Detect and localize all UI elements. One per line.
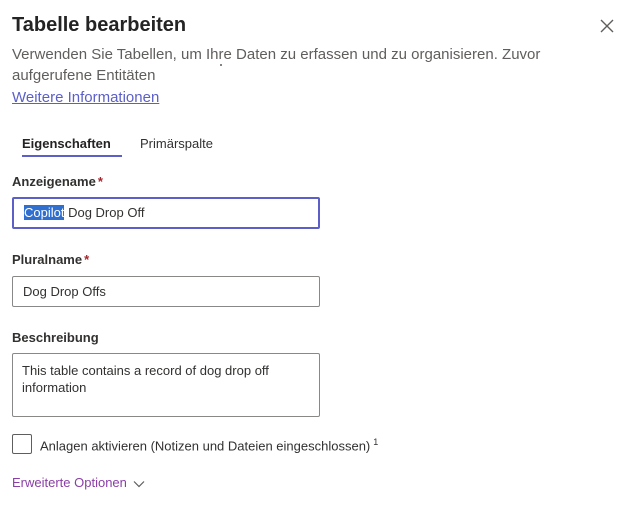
required-marker: * (84, 252, 90, 267)
plural-name-value: Dog Drop Offs (23, 284, 106, 299)
display-name-label-text: Anzeigename (12, 174, 96, 189)
advanced-options-label: Erweiterte Optionen (12, 475, 127, 490)
plural-name-input[interactable]: Dog Drop Offs (12, 276, 320, 307)
description-label: Beschreibung (12, 330, 99, 345)
stray-dot (220, 64, 222, 66)
plural-name-label-text: Pluralname (12, 252, 83, 267)
tab-primaerspalte[interactable]: Primärspalte (140, 136, 213, 151)
required-marker: * (97, 174, 103, 189)
display-name-label: Anzeigename * (12, 174, 103, 189)
panel-description: Verwenden Sie Tabellen, um Ihre Daten zu… (12, 44, 572, 86)
display-name-value: Copilot Dog Drop Off (24, 205, 144, 220)
chevron-down-icon (133, 480, 145, 487)
attachments-label-text: Anlagen aktivieren (Notizen und Dateien … (40, 438, 371, 454)
more-info-link[interactable]: Weitere Informationen (12, 89, 159, 106)
panel-title: Tabelle bearbeiten (12, 14, 187, 36)
attachments-checkbox[interactable] (12, 434, 32, 454)
plural-name-label: Pluralname * (12, 252, 89, 267)
selected-text: Copilot (24, 205, 65, 220)
description-textarea[interactable]: This table contains a record of dog drop… (12, 353, 320, 417)
footnote-marker: 1 (373, 437, 379, 447)
close-icon (600, 19, 614, 33)
attachments-label: Anlagen aktivieren (Notizen und Dateien … (40, 437, 378, 453)
tab-eigenschaften[interactable]: Eigenschaften (22, 136, 111, 151)
edit-table-panel: Tabelle bearbeiten Verwenden Sie Tabelle… (0, 0, 638, 513)
display-name-rest: Dog Drop Off (64, 205, 145, 220)
active-tab-indicator (22, 155, 122, 157)
description-text: Verwenden Sie Tabellen, um Ihre Daten zu… (12, 46, 541, 84)
advanced-options-toggle[interactable]: Erweiterte Optionen (12, 475, 145, 490)
description-value: This table contains a record of dog drop… (22, 363, 269, 395)
display-name-input[interactable]: Copilot Dog Drop Off (12, 197, 320, 229)
close-button[interactable] (598, 17, 616, 35)
